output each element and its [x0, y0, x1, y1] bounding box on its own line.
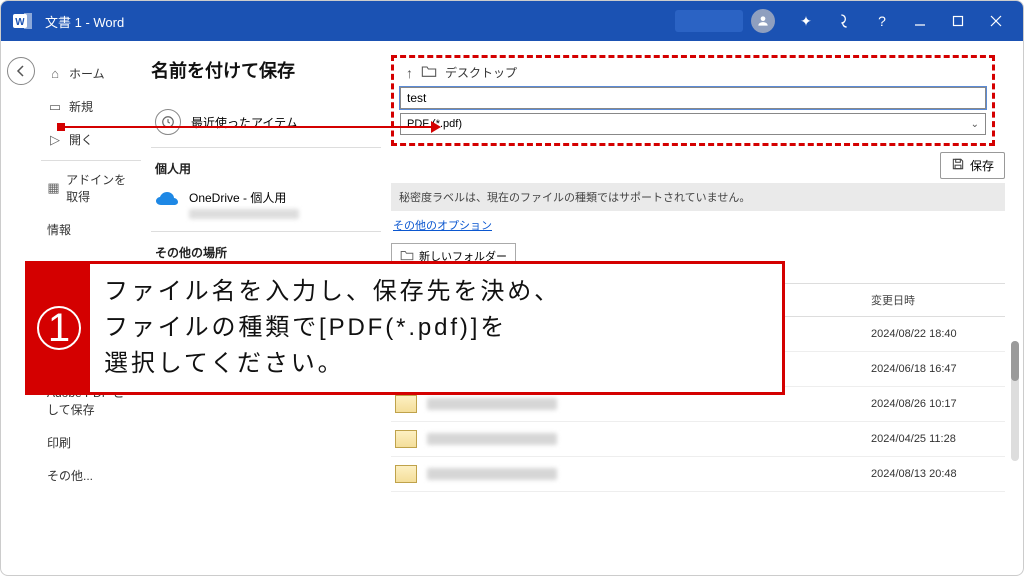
- nav-addins[interactable]: ▦ アドインを取得: [41, 160, 141, 213]
- folder-icon[interactable]: [421, 64, 437, 81]
- annotation-arrow: [431, 121, 441, 133]
- annotation-text: ファイル名を入力し、保存先を決め、ファイルの種類で[PDF(*.pdf)]を選択…: [90, 264, 782, 392]
- nav-home[interactable]: ⌂ ホーム: [41, 57, 141, 90]
- sensitivity-label-msg: 秘密度ラベルは、現在のファイルの種類ではサポートされていません。: [391, 183, 1005, 211]
- file-row[interactable]: 2024/04/25 11:28: [391, 422, 1005, 457]
- title-bar: W 文書 1 - Word ✦ ?: [1, 1, 1023, 41]
- nav-home-label: ホーム: [69, 65, 105, 82]
- file-date: 2024/08/13 20:48: [871, 468, 1001, 480]
- folder-icon: [395, 395, 417, 413]
- app-window: W 文書 1 - Word ✦ ?: [0, 0, 1024, 576]
- heading-other: その他の場所: [155, 244, 377, 261]
- annotation-arrow: [63, 126, 433, 128]
- heading-personal: 個人用: [155, 160, 377, 177]
- save-button-label: 保存: [970, 157, 994, 174]
- open-icon: ▷: [47, 132, 63, 148]
- minimize-icon[interactable]: [901, 1, 939, 41]
- user-avatar[interactable]: [751, 9, 775, 33]
- annotation-highlight-box: ↑ デスクトップ PDF (*.pdf) ⌄: [391, 55, 995, 146]
- nav-new[interactable]: ▭ 新規: [41, 90, 141, 123]
- file-name-blur: [427, 468, 557, 480]
- file-name-blur: [427, 398, 557, 410]
- filetype-select[interactable]: PDF (*.pdf) ⌄: [400, 113, 986, 135]
- folder-icon: [395, 465, 417, 483]
- chevron-down-icon: ⌄: [971, 119, 979, 130]
- annotation-callout: 1 ファイル名を入力し、保存先を決め、ファイルの種類で[PDF(*.pdf)]を…: [25, 261, 785, 395]
- copilot-icon[interactable]: [825, 1, 863, 41]
- file-date: 2024/08/26 10:17: [871, 398, 1001, 410]
- save-path-row: ↑ デスクトップ: [400, 62, 986, 87]
- word-app-icon: W: [9, 7, 37, 35]
- close-icon[interactable]: [977, 1, 1015, 41]
- col-date[interactable]: 変更日時: [871, 292, 1001, 308]
- other-options-link[interactable]: その他のオプション: [393, 217, 1003, 233]
- onedrive-icon: [155, 191, 179, 209]
- nav-info[interactable]: 情報: [41, 213, 141, 246]
- nav-other-label: その他...: [47, 467, 93, 484]
- clock-icon: [155, 109, 181, 135]
- up-arrow-icon[interactable]: ↑: [406, 65, 413, 81]
- back-button[interactable]: [7, 57, 35, 85]
- help-icon[interactable]: ?: [863, 1, 901, 41]
- nav-new-label: 新規: [69, 98, 93, 115]
- nav-print[interactable]: 印刷: [41, 426, 141, 459]
- addins-icon: ▦: [47, 180, 60, 196]
- account-name-placeholder: [675, 10, 743, 32]
- nav-open-label: 開く: [69, 131, 93, 148]
- window-title: 文書 1 - Word: [45, 12, 124, 31]
- file-date: 2024/06/18 16:47: [871, 363, 1001, 375]
- onedrive-account-blur: [189, 209, 299, 219]
- nav-info-label: 情報: [47, 221, 71, 238]
- file-date: 2024/04/25 11:28: [871, 433, 1001, 445]
- svg-text:W: W: [15, 17, 25, 28]
- save-disk-icon: [951, 157, 965, 174]
- loc-onedrive[interactable]: OneDrive - 個人用: [151, 181, 381, 227]
- new-icon: ▭: [47, 99, 63, 115]
- page-title: 名前を付けて保存: [151, 57, 381, 83]
- file-row[interactable]: 2024/08/13 20:48: [391, 457, 1005, 492]
- nav-other[interactable]: その他...: [41, 459, 141, 492]
- maximize-icon[interactable]: [939, 1, 977, 41]
- file-list-scrollbar[interactable]: [1011, 341, 1019, 461]
- nav-addins-label: アドインを取得: [66, 171, 135, 205]
- file-date: 2024/08/22 18:40: [871, 328, 1001, 340]
- path-label: デスクトップ: [445, 64, 517, 81]
- save-button[interactable]: 保存: [940, 152, 1005, 179]
- annotation-step-number: 1: [28, 264, 90, 392]
- home-icon: ⌂: [47, 66, 63, 81]
- folder-icon: [395, 430, 417, 448]
- filename-input[interactable]: [400, 87, 986, 109]
- loc-onedrive-label: OneDrive - 個人用: [189, 191, 286, 205]
- nav-print-label: 印刷: [47, 434, 71, 451]
- premium-icon[interactable]: ✦: [787, 1, 825, 41]
- file-name-blur: [427, 433, 557, 445]
- loc-recent[interactable]: 最近使ったアイテム: [151, 101, 381, 143]
